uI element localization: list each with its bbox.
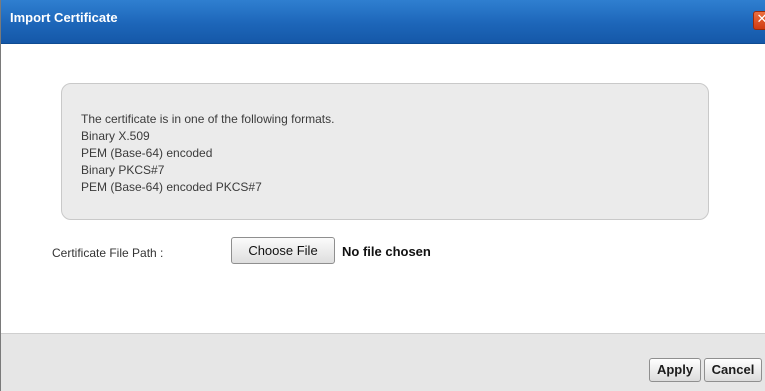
dialog-footer: Apply Cancel: [1, 333, 765, 391]
close-icon: ✕: [756, 12, 765, 27]
format-pem-pkcs7: PEM (Base-64) encoded PKCS#7: [81, 180, 262, 194]
dialog-title: Import Certificate: [10, 10, 118, 25]
close-button[interactable]: ✕: [753, 11, 765, 30]
format-pem-encoded: PEM (Base-64) encoded: [81, 146, 213, 160]
apply-button[interactable]: Apply: [649, 358, 701, 382]
format-binary-pkcs7: Binary PKCS#7: [81, 163, 165, 177]
file-status-text: No file chosen: [342, 244, 431, 259]
certificate-file-path-label: Certificate File Path :: [52, 246, 164, 260]
import-certificate-dialog: Import Certificate ✕ The certificate is …: [0, 0, 765, 391]
choose-file-button[interactable]: Choose File: [231, 237, 335, 264]
info-intro-text: The certificate is in one of the followi…: [81, 112, 335, 126]
dialog-title-bar: Import Certificate ✕: [1, 0, 765, 44]
format-info-box: The certificate is in one of the followi…: [61, 83, 709, 220]
cancel-button[interactable]: Cancel: [704, 358, 762, 382]
format-binary-x509: Binary X.509: [81, 129, 150, 143]
